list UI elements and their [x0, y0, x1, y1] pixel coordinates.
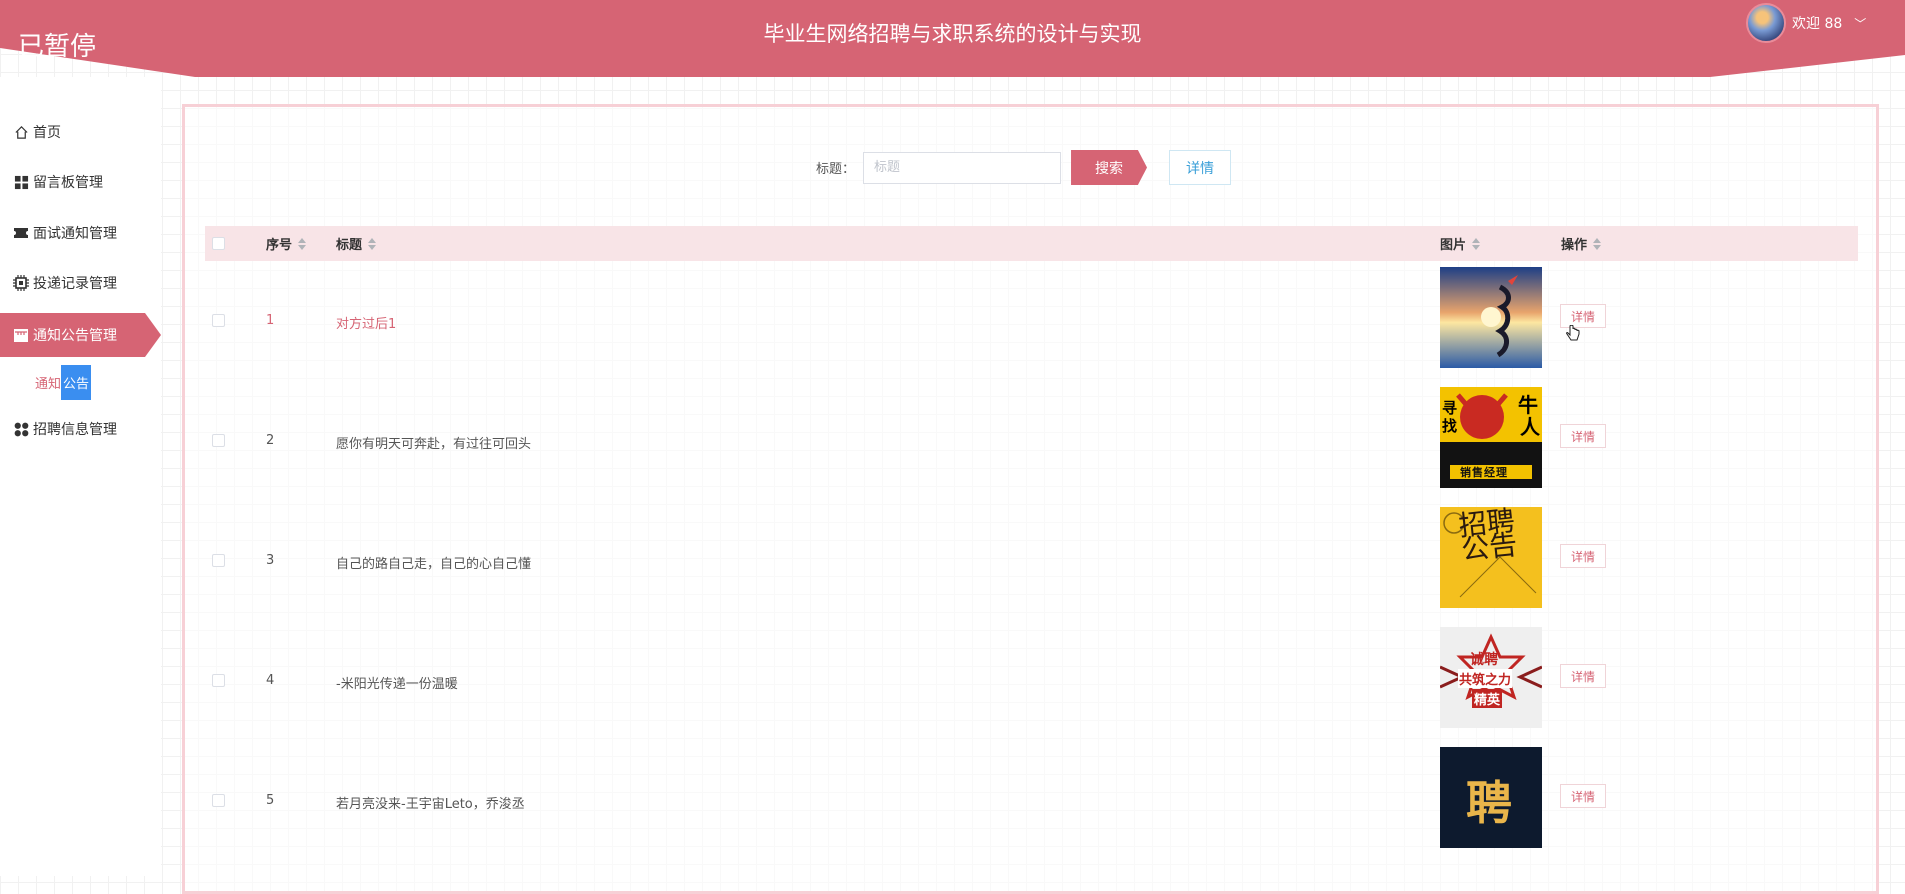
poster-text: 诚聘: [1470, 652, 1498, 668]
search-bar: 标题： 搜索 详情: [816, 150, 1232, 185]
poster-calligraphy: 聘: [1466, 776, 1512, 830]
sidebar-item-label: 首页: [33, 125, 61, 141]
column-header-action[interactable]: 操作: [1561, 226, 1602, 261]
poster-char: 人: [1520, 415, 1540, 439]
title-search-input[interactable]: [863, 151, 1062, 184]
row-image-recruitment-notice[interactable]: 招聘公告: [1440, 507, 1542, 608]
home-icon: [13, 124, 29, 140]
row-checkbox[interactable]: [212, 434, 225, 447]
user-greeting: 欢迎 88: [1792, 16, 1843, 32]
column-header-title[interactable]: 标题: [336, 226, 377, 261]
sort-icon[interactable]: [1472, 237, 1481, 250]
row-title: 自己的路自己走，自己的心自己懂: [336, 557, 532, 572]
detail-button[interactable]: 详情: [1169, 150, 1232, 185]
row-index: 5: [266, 793, 275, 808]
apps-icon: [13, 421, 29, 437]
avatar[interactable]: [1746, 3, 1786, 43]
row-checkbox[interactable]: [212, 314, 225, 327]
sidebar-item-label: 招聘信息管理: [33, 422, 117, 438]
sidebar-item-label: 通知公告管理: [33, 328, 117, 344]
ticket-icon: [13, 225, 29, 241]
row-title: 对方过后1: [336, 317, 397, 332]
table-row: 5 若月亮没来-王宇宙Leto，乔浚丞 聘 详情: [205, 741, 1858, 861]
row-detail-button[interactable]: 详情: [1560, 544, 1606, 568]
row-detail-button[interactable]: 详情: [1560, 784, 1606, 808]
sort-icon[interactable]: [298, 237, 307, 250]
select-all-checkbox[interactable]: [212, 226, 225, 261]
sidebar-item-label: 投递记录管理: [33, 276, 117, 292]
table-row: 4 -米阳光传递一份温暖 诚聘 共筑之力 精英 详情: [205, 621, 1858, 741]
sidebar-item-message-board[interactable]: 留言板管理: [0, 160, 161, 204]
table-row: 2 愿你有明天可奔赴，有过往可回头 寻 牛 人 找 销售经理 详情: [205, 381, 1858, 501]
row-image-hiring-badge[interactable]: 诚聘 共筑之力 精英: [1440, 627, 1542, 728]
sidebar-item-delivery-records[interactable]: 投递记录管理: [0, 261, 161, 305]
sidebar-item-notice-announcements[interactable]: 通知公告管理: [0, 313, 161, 357]
row-index: 3: [266, 553, 275, 568]
poster-text: 销售经理: [1460, 466, 1508, 479]
sort-icon[interactable]: [1593, 237, 1602, 250]
sidebar-subitem-notice[interactable]: 通知 公告: [35, 364, 92, 400]
row-checkbox[interactable]: [212, 794, 225, 807]
row-image-gold-character[interactable]: 聘: [1440, 747, 1542, 848]
column-header-index[interactable]: 序号: [266, 226, 307, 261]
row-title: 若月亮没来-王宇宙Leto，乔浚丞: [336, 797, 525, 812]
subitem-label-part2: 公告: [61, 364, 92, 400]
hand-cursor-icon: [1566, 324, 1580, 348]
row-title: -米阳光传递一份温暖: [336, 677, 458, 692]
sidebar-item-home[interactable]: 首页: [0, 110, 161, 154]
row-image-sunset[interactable]: [1440, 267, 1542, 368]
table-row: 1 对方过后1 详情: [205, 261, 1858, 381]
table-row: 3 自己的路自己走，自己的心自己懂 招聘公告 详情: [205, 501, 1858, 621]
search-button[interactable]: 搜索: [1071, 150, 1148, 185]
store-icon: [13, 327, 29, 343]
row-index: 1: [266, 313, 275, 328]
system-title: 毕业生网络招聘与求职系统的设计与实现: [763, 22, 1142, 46]
sidebar-item-recruitment-info[interactable]: 招聘信息管理: [0, 407, 161, 451]
row-index: 2: [266, 433, 275, 448]
row-image-hiring-poster[interactable]: 寻 牛 人 找 销售经理: [1440, 387, 1542, 488]
sort-icon[interactable]: [368, 237, 377, 250]
poster-calligraphy: 招聘公告: [1457, 507, 1519, 567]
row-checkbox[interactable]: [212, 674, 225, 687]
poster-char: 找: [1442, 417, 1458, 435]
row-index: 4: [266, 673, 275, 688]
sidebar: 首页 留言板管理 面试通知管理 投递记录管理 通知公告管理 招聘信息管理: [0, 77, 161, 876]
poster-text: 共筑之力: [1458, 669, 1513, 688]
subitem-label-part1: 通知: [35, 376, 62, 392]
row-detail-button[interactable]: 详情: [1560, 424, 1606, 448]
row-detail-button[interactable]: 详情: [1560, 664, 1606, 688]
chip-icon: [13, 275, 29, 291]
sidebar-item-interview-notice[interactable]: 面试通知管理: [0, 211, 161, 255]
search-label: 标题：: [816, 162, 856, 177]
poster-text: 精英: [1472, 689, 1503, 708]
table-header: 序号 标题 图片 操作: [205, 226, 1858, 261]
sidebar-item-label: 留言板管理: [33, 175, 103, 191]
row-checkbox[interactable]: [212, 554, 225, 567]
row-title: 愿你有明天可奔赴，有过往可回头: [336, 437, 532, 452]
grid-icon: [13, 174, 29, 190]
user-menu[interactable]: 欢迎 88 ﹀: [1746, 3, 1866, 43]
sidebar-item-label: 面试通知管理: [33, 226, 117, 242]
column-header-image[interactable]: 图片: [1440, 226, 1481, 261]
chevron-down-icon[interactable]: ﹀: [1854, 15, 1866, 32]
